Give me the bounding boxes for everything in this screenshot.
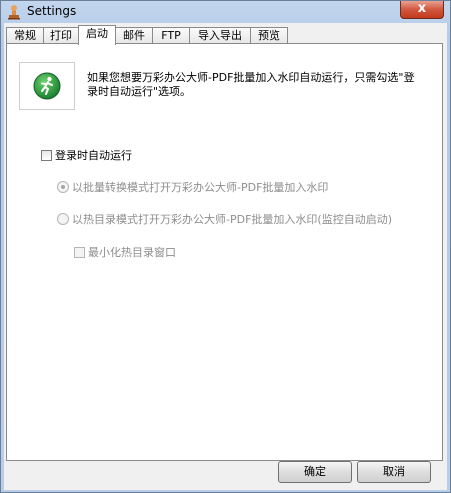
- ok-button[interactable]: 确定: [278, 461, 352, 483]
- tab-startup[interactable]: 启动: [78, 25, 116, 45]
- tab-general[interactable]: 常规: [6, 27, 44, 44]
- dialog-client-area: 常规 打印 启动 邮件 FTP 导入导出 预览 如果您想要万彩办公大师-PDF批…: [4, 23, 447, 490]
- auto-run-label: 登录时自动运行: [55, 149, 132, 162]
- running-man-icon: [33, 72, 61, 100]
- auto-run-row: 登录时自动运行: [41, 147, 132, 163]
- minimize-label: 最小化热目录窗口: [88, 246, 176, 259]
- mode-hotfolder-row: 以热目录模式打开万彩办公大师-PDF批量加入水印(监控自动启动): [57, 211, 392, 227]
- stamp-icon: [8, 5, 20, 20]
- close-button[interactable]: x: [400, 1, 444, 19]
- startup-icon-frame: [19, 62, 75, 110]
- tab-import-export[interactable]: 导入导出: [189, 27, 251, 44]
- tab-ftp[interactable]: FTP: [152, 27, 190, 44]
- tab-mail[interactable]: 邮件: [115, 27, 153, 44]
- window-title: Settings: [27, 4, 77, 18]
- startup-panel: 如果您想要万彩办公大师-PDF批量加入水印自动运行，只需勾选"登录时自动运行"选…: [6, 43, 443, 461]
- cancel-button[interactable]: 取消: [357, 461, 431, 483]
- mode-hotfolder-radio[interactable]: [57, 213, 69, 225]
- mode-hotfolder-label: 以热目录模式打开万彩办公大师-PDF批量加入水印(监控自动启动): [72, 213, 392, 226]
- mode-batch-radio[interactable]: [57, 181, 69, 193]
- tab-preview[interactable]: 预览: [250, 27, 288, 44]
- mode-batch-row: 以批量转换模式打开万彩办公大师-PDF批量加入水印: [57, 179, 328, 195]
- close-icon: x: [417, 1, 427, 16]
- minimize-row: 最小化热目录窗口: [74, 244, 176, 260]
- startup-description: 如果您想要万彩办公大师-PDF批量加入水印自动运行，只需勾选"登录时自动运行"选…: [87, 71, 415, 98]
- tab-print[interactable]: 打印: [43, 27, 79, 44]
- settings-window: Settings x 常规 打印 启动 邮件 FTP 导入导出 预览 如果您想要…: [0, 0, 451, 493]
- title-bar[interactable]: Settings x: [1, 1, 450, 23]
- mode-batch-label: 以批量转换模式打开万彩办公大师-PDF批量加入水印: [72, 181, 329, 194]
- auto-run-checkbox[interactable]: [41, 149, 52, 161]
- minimize-checkbox[interactable]: [74, 246, 85, 258]
